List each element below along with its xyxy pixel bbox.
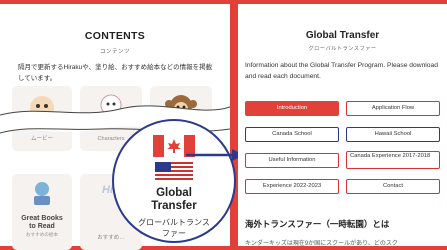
zoom-subtitle-line2: ファー [162, 229, 186, 238]
tile-great-books[interactable]: Great Books to Read おすすめの絵本 [12, 174, 72, 250]
zoom-title: Global Transfer [114, 187, 234, 213]
contents-title: CONTENTS [84, 30, 146, 42]
zoom-subtitle-line1: グローバルトランス [138, 218, 210, 227]
hawaii-school-button[interactable]: Hawaii School [346, 127, 440, 142]
experience-2022-button[interactable]: Experience 2022-2023 [245, 179, 339, 194]
page-subtitle: グローバルトランスファー [308, 46, 377, 52]
zoom-title-line2: Transfer [151, 200, 197, 212]
tile-great-books-title: Great Books to Read [12, 215, 72, 231]
tile-great-books-line1: Great Books [21, 215, 63, 222]
global-transfer-zoom-tile[interactable]: Global Transfer グローバルトランス ファー [112, 119, 236, 243]
page-title: Global Transfer [305, 30, 380, 41]
tile-movie-label: ムービー [30, 136, 53, 142]
contents-screen: CONTENTS コンテンツ 隔月で更新するHirakuや、塗り絵、おすすめ絵本… [0, 0, 236, 250]
introduction-button[interactable]: Introduction [245, 101, 339, 116]
contents-subtitle: コンテンツ [99, 49, 130, 55]
contents-description: 隔月で更新するHirakuや、塗り絵、おすすめ絵本などの情報を掲載しています。 [18, 64, 213, 82]
application-flow-button[interactable]: Application Flow [346, 101, 440, 116]
canada-experience-button[interactable]: Canada Experience 2017-2018 [346, 151, 440, 169]
tile-great-books-sub: おすすめの絵本 [25, 232, 59, 237]
section-heading: 海外トランスファー（一時転園）とは [245, 219, 390, 229]
usa-flag-icon [155, 162, 193, 182]
contact-button[interactable]: Contact [346, 179, 440, 194]
zoom-title-line1: Global [156, 187, 192, 199]
canada-school-button[interactable]: Canada School [245, 127, 339, 142]
tile-great-books-line2: to Read [29, 223, 55, 230]
zoom-subtitle: グローバルトランス ファー [114, 217, 234, 239]
book-reader-icon [34, 182, 50, 205]
page-description: Information about the Global Transfer Pr… [245, 62, 438, 80]
useful-information-button[interactable]: Useful Information [245, 153, 339, 168]
arrow-right-icon [186, 149, 244, 161]
global-transfer-screen: Global Transfer グローバルトランスファー Information… [238, 0, 447, 247]
